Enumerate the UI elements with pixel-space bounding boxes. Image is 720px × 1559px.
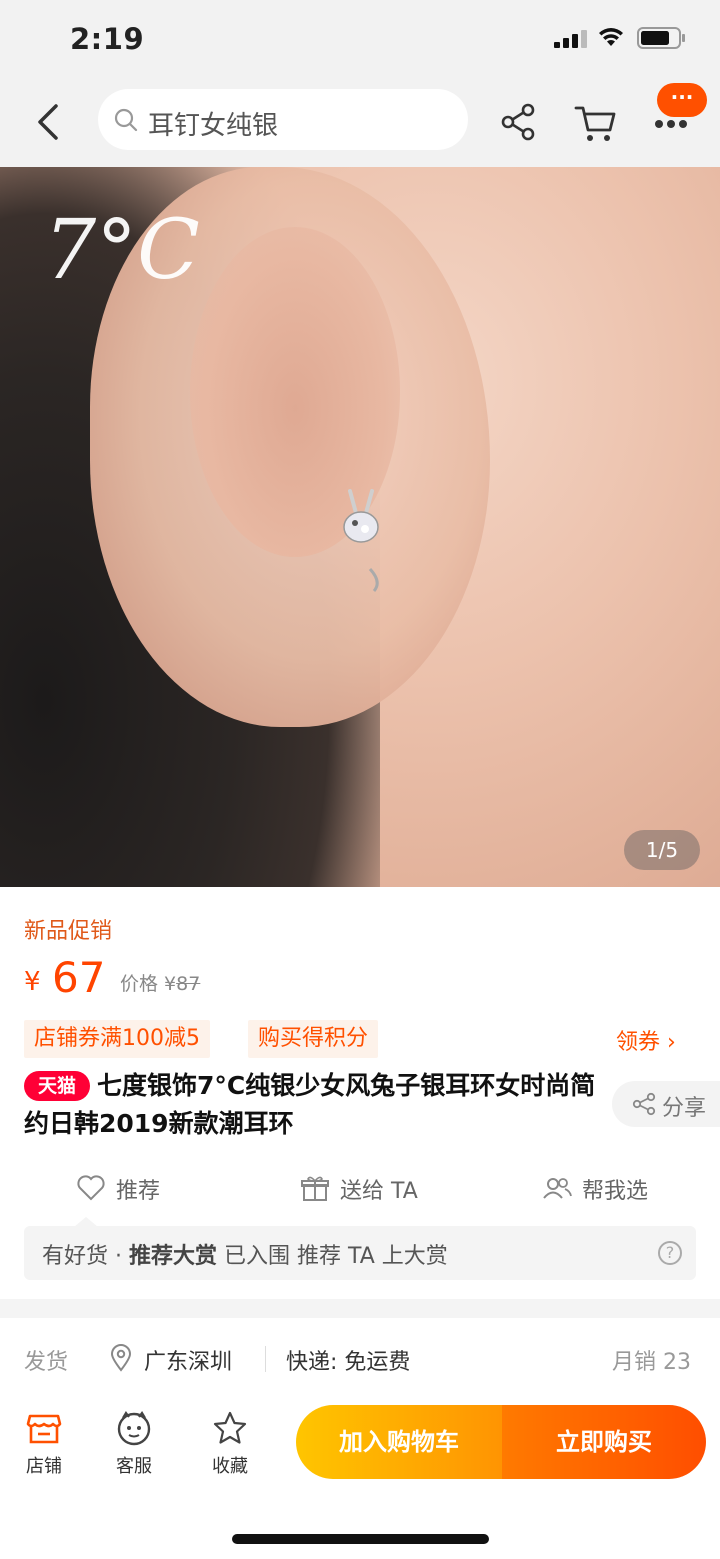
gift-icon <box>301 1176 329 1201</box>
express-fee: 快递: 免运费 <box>286 1350 411 1375</box>
customer-service-button[interactable]: 客服 <box>104 1410 164 1480</box>
search-input[interactable]: 耳钉女纯银 <box>98 89 468 150</box>
shop-label: 店铺 <box>26 1456 62 1477</box>
original-price: 价格 ¥87 <box>120 969 200 996</box>
search-icon <box>114 108 138 132</box>
brand-watermark: 7°C <box>44 203 200 298</box>
product-info: 新品促销 ¥ 67 价格 ¥87 店铺券满100减5 购买得积分 领券 › 七度… <box>0 887 720 1299</box>
search-placeholder: 耳钉女纯银 <box>148 111 279 141</box>
cart-icon[interactable] <box>574 102 616 144</box>
signal-icon <box>554 30 587 48</box>
message-badge[interactable]: ··· <box>657 83 707 117</box>
bottom-action-bar: 店铺 客服 收藏 加入购物车 立即购买 <box>0 1400 720 1559</box>
recommend-label: 推荐 <box>116 1179 161 1204</box>
rabbit-earring-icon <box>343 489 379 592</box>
currency-symbol: ¥ <box>24 967 41 997</box>
product-image-carousel[interactable]: 7°C 1/5 <box>0 167 720 887</box>
status-bar: 2:19 <box>0 0 720 78</box>
heart-icon <box>77 1175 105 1201</box>
top-nav: 耳钉女纯银 ··· <box>0 78 720 167</box>
image-page-indicator: 1/5 <box>624 830 700 870</box>
shop-button[interactable]: 店铺 <box>14 1410 74 1480</box>
gift-button[interactable]: 送给 TA <box>300 1173 440 1205</box>
people-icon <box>543 1178 572 1199</box>
star-icon <box>213 1411 247 1444</box>
original-price-label: 价格 ¥ <box>120 973 177 995</box>
favorite-label: 收藏 <box>212 1456 248 1477</box>
location-pin-icon <box>110 1344 132 1372</box>
share-label: 分享 <box>662 1096 707 1121</box>
promo-tag: 新品促销 <box>24 919 113 944</box>
award-suffix: 已入围 推荐 TA 上大赏 <box>217 1244 448 1269</box>
award-highlight: 推荐大赏 <box>128 1244 217 1269</box>
shipping-row[interactable]: 发货 广东深圳 快递: 免运费 月销 23 <box>0 1318 720 1400</box>
battery-icon <box>637 27 685 49</box>
gift-label: 送给 TA <box>340 1179 418 1204</box>
share-button[interactable]: 分享 <box>612 1081 720 1127</box>
help-icon[interactable]: ? <box>658 1241 682 1265</box>
price-value: 67 <box>52 953 106 1002</box>
help-choose-button[interactable]: 帮我选 <box>542 1173 672 1205</box>
product-title: 七度银饰7°C纯银少女风兔子银耳环女时尚简约日韩2019新款潮耳环 <box>24 1071 596 1138</box>
add-to-cart-button[interactable]: 加入购物车 <box>296 1405 502 1479</box>
favorite-button[interactable]: 收藏 <box>200 1410 260 1480</box>
status-time: 2:19 <box>70 22 145 56</box>
wifi-icon <box>599 28 623 46</box>
shop-coupon-tag[interactable]: 店铺券满100减5 <box>24 1020 210 1058</box>
divider <box>265 1346 266 1372</box>
points-tag[interactable]: 购买得积分 <box>248 1020 379 1058</box>
award-banner[interactable]: 有好货 · 推荐大赏 已入围 推荐 TA 上大赏 ? <box>24 1226 696 1280</box>
shop-icon <box>26 1414 62 1444</box>
shipping-location: 广东深圳 <box>144 1350 233 1375</box>
back-icon[interactable] <box>34 102 60 142</box>
claim-coupon-link[interactable]: 领券 › <box>616 1024 676 1056</box>
home-indicator[interactable] <box>232 1534 489 1544</box>
tmall-badge: 天猫 <box>24 1071 90 1101</box>
share-icon[interactable] <box>500 102 536 142</box>
original-price-value: 87 <box>176 973 201 995</box>
monthly-sales: 月销 23 <box>612 1350 691 1375</box>
service-label: 客服 <box>116 1456 152 1477</box>
buy-now-button[interactable]: 立即购买 <box>502 1405 706 1479</box>
share-icon <box>632 1092 656 1116</box>
award-prefix: 有好货 · <box>42 1244 129 1269</box>
service-icon <box>117 1411 151 1446</box>
recommend-button[interactable]: 推荐 <box>76 1173 186 1205</box>
help-choose-label: 帮我选 <box>582 1179 649 1204</box>
shipping-label: 发货 <box>24 1350 69 1375</box>
award-text: 有好货 · 推荐大赏 已入围 推荐 TA 上大赏 <box>42 1238 448 1270</box>
